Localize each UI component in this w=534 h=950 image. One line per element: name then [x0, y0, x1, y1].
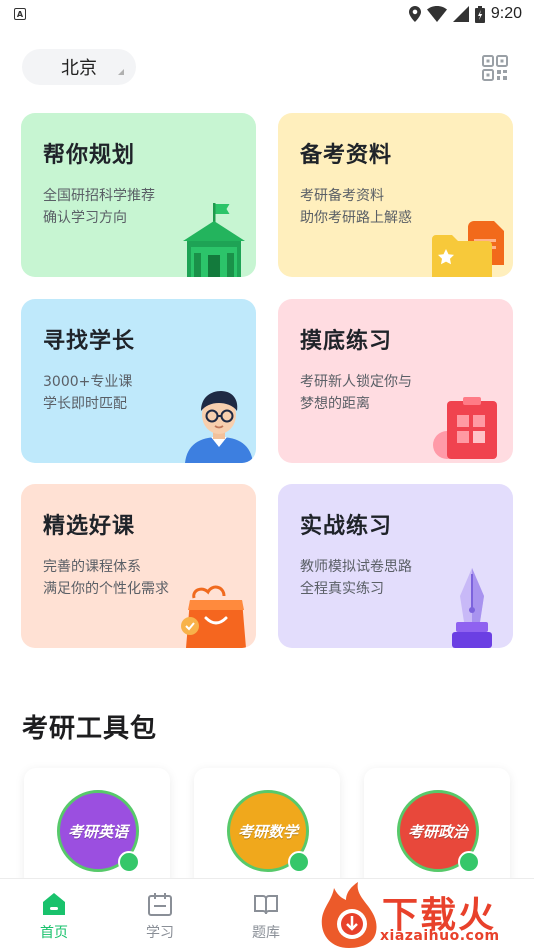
card-find-senior[interactable]: 寻找学长 3000+专业课 学长即时匹配 [21, 299, 256, 463]
card-desc-line2: 确认学习方向 [43, 210, 127, 226]
card-desc-line1: 全国研招科学推荐 [43, 188, 155, 204]
card-baseline-practice[interactable]: 摸底练习 考研新人锁定你与 梦想的距离 [278, 299, 513, 463]
card-desc-line2: 满足你的个性化需求 [43, 581, 169, 597]
card-title: 备考资料 [300, 143, 393, 168]
nav-question-bank[interactable]: 题库 [236, 891, 296, 942]
calendar-icon [148, 893, 172, 916]
card-plan[interactable]: 帮你规划 全国研招科学推荐 确认学习方向 [21, 113, 256, 277]
tool-label: 考研政治 [407, 822, 468, 841]
card-selected-courses[interactable]: 精选好课 完善的课程体系 满足你的个性化需求 [21, 484, 256, 648]
card-materials[interactable]: 备考资料 考研备考资料 助你考研路上解惑 [278, 113, 513, 277]
toolbox-section-title: 考研工具包 [22, 714, 158, 744]
battery-icon [474, 5, 485, 23]
mini-program-link-icon [288, 851, 310, 873]
mini-program-link-icon [118, 851, 140, 873]
english-badge-icon: 考研英语 [57, 790, 140, 873]
card-title: 帮你规划 [43, 143, 136, 168]
dropdown-caret-icon [118, 69, 124, 75]
tool-card-politics[interactable]: 考研政治 [364, 768, 510, 888]
city-label: 北京 [61, 58, 97, 79]
clock-time: 9:20 [490, 5, 522, 22]
tool-label: 考研英语 [67, 822, 128, 841]
fountain-pen-icon [452, 568, 492, 648]
city-selector[interactable]: 北京 [22, 49, 136, 85]
card-desc-line2: 助你考研路上解惑 [300, 210, 412, 226]
open-book-icon [254, 895, 278, 915]
flame-logo-icon [321, 882, 377, 948]
status-bar: A 9:20 [0, 0, 534, 28]
watermark-url: xiazaihuo.com [380, 928, 500, 944]
tool-label: 考研数学 [237, 822, 298, 841]
student-avatar-icon [185, 391, 253, 463]
card-title: 精选好课 [43, 514, 136, 539]
mini-program-link-icon [458, 851, 480, 873]
card-title: 实战练习 [300, 514, 393, 539]
qr-code-scan-icon[interactable] [482, 55, 508, 81]
politics-badge-icon: 考研政治 [397, 790, 480, 873]
tool-card-math[interactable]: 考研数学 [194, 768, 340, 888]
location-icon [408, 6, 421, 22]
test-paper-icon [433, 397, 497, 459]
card-title: 摸底练习 [300, 329, 393, 354]
tool-card-english[interactable]: 考研英语 [24, 768, 170, 888]
nav-label: 学习 [146, 925, 174, 941]
notification-a-icon: A [14, 8, 26, 20]
card-desc-line1: 教师模拟试卷思路 [300, 559, 412, 575]
nav-label: 题库 [252, 925, 280, 941]
card-title: 寻找学长 [43, 329, 136, 354]
wifi-icon [426, 6, 447, 22]
school-building-icon [183, 203, 245, 277]
nav-study[interactable]: 学习 [130, 891, 190, 942]
home-icon [43, 893, 65, 915]
card-desc-line2: 学长即时匹配 [43, 396, 127, 412]
card-desc-line1: 3000+专业课 [43, 374, 133, 390]
nav-label: 首页 [40, 925, 68, 941]
nav-home[interactable]: 首页 [24, 891, 84, 942]
watermark-logo: 下载火 xiazaihuo.com [316, 880, 534, 950]
shopping-bag-icon [181, 585, 246, 648]
card-desc-line1: 考研新人锁定你与 [300, 374, 412, 390]
card-desc-line1: 考研备考资料 [300, 188, 384, 204]
card-desc-line1: 完善的课程体系 [43, 559, 141, 575]
card-real-practice[interactable]: 实战练习 教师模拟试卷思路 全程真实练习 [278, 484, 513, 648]
folder-documents-icon [432, 221, 504, 277]
card-desc-line2: 全程真实练习 [300, 581, 384, 597]
card-desc-line2: 梦想的距离 [300, 396, 370, 412]
signal-icon [452, 6, 469, 22]
math-badge-icon: 考研数学 [227, 790, 310, 873]
